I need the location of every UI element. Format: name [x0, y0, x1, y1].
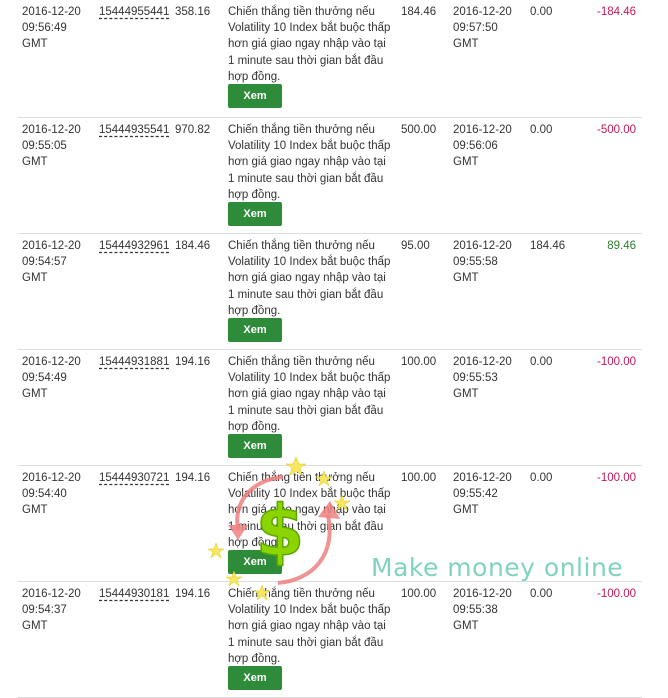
reference-link[interactable]: 15444955441: [99, 4, 169, 20]
view-button[interactable]: Xem: [228, 84, 282, 108]
profit-loss: -500.00: [596, 124, 636, 136]
stake: 95.00: [401, 240, 430, 252]
table-row: 2016-12-20 09:55:05 GMT 15444935541 970.…: [18, 118, 642, 234]
contract-description: Chiến thắng tiền thưởng nếu Volatility 1…: [228, 240, 391, 317]
sell-time: 2016-12-20 09:55:38 GMT: [453, 588, 512, 632]
buy-price: 184.46: [175, 240, 211, 252]
sell-price: 0.00: [530, 356, 553, 368]
sell-price: 0.00: [530, 6, 553, 18]
reference-link[interactable]: 15444931881: [99, 354, 169, 370]
sell-time: 2016-12-20 09:55:42 GMT: [453, 472, 512, 516]
table-row: 2016-12-20 09:56:49 GMT 15444955441 358.…: [18, 0, 642, 118]
table-row: 2016-12-20 09:54:49 GMT 15444931881 194.…: [18, 350, 642, 466]
watermark-text: Make money online: [371, 553, 624, 582]
purchase-time: 2016-12-20 09:54:40 GMT: [22, 472, 81, 516]
reference-link[interactable]: 15444935541: [99, 122, 169, 138]
view-button[interactable]: Xem: [228, 666, 282, 690]
svg-text:$: $: [256, 490, 305, 572]
sell-time: 2016-12-20 09:55:53 GMT: [453, 356, 512, 400]
sell-price: 0.00: [530, 588, 553, 600]
sell-time: 2016-12-20 09:57:50 GMT: [453, 6, 512, 50]
sell-price: 0.00: [530, 124, 553, 136]
reference-link[interactable]: 15444930721: [99, 470, 169, 486]
sell-price: 184.46: [530, 240, 566, 252]
contract-description: Chiến thắng tiền thưởng nếu Volatility 1…: [228, 356, 391, 433]
reference-link[interactable]: 15444930181: [99, 586, 169, 602]
buy-price: 970.82: [175, 124, 211, 136]
purchase-time: 2016-12-20 09:56:49 GMT: [22, 6, 81, 50]
purchase-time: 2016-12-20 09:55:05 GMT: [22, 124, 81, 168]
stake: 100.00: [401, 588, 437, 600]
buy-price: 358.16: [175, 6, 211, 18]
profit-loss: -100.00: [596, 588, 636, 600]
contract-description: Chiến thắng tiền thưởng nếu Volatility 1…: [228, 124, 391, 201]
sell-price: 0.00: [530, 472, 553, 484]
profit-loss: 89.46: [607, 240, 636, 252]
purchase-time: 2016-12-20 09:54:57 GMT: [22, 240, 81, 284]
purchase-time: 2016-12-20 09:54:37 GMT: [22, 588, 81, 632]
sell-time: 2016-12-20 09:56:06 GMT: [453, 124, 512, 168]
sell-time: 2016-12-20 09:55:58 GMT: [453, 240, 512, 284]
stake: 184.46: [401, 6, 437, 18]
stake: 500.00: [401, 124, 437, 136]
view-button[interactable]: Xem: [228, 202, 282, 226]
profit-loss: -100.00: [596, 472, 636, 484]
stake: 100.00: [401, 356, 437, 368]
dollar-sign-icon: $: [207, 456, 351, 601]
profit-loss: -184.46: [596, 6, 636, 18]
purchase-time: 2016-12-20 09:54:49 GMT: [22, 356, 81, 400]
contract-description: Chiến thắng tiền thưởng nếu Volatility 1…: [228, 6, 391, 83]
view-button[interactable]: Xem: [228, 318, 282, 342]
reference-link[interactable]: 15444932961: [99, 238, 169, 254]
stake: 100.00: [401, 472, 437, 484]
table-row: 2016-12-20 09:54:57 GMT 15444932961 184.…: [18, 234, 642, 350]
profit-loss: -100.00: [596, 356, 636, 368]
buy-price: 194.16: [175, 356, 211, 368]
